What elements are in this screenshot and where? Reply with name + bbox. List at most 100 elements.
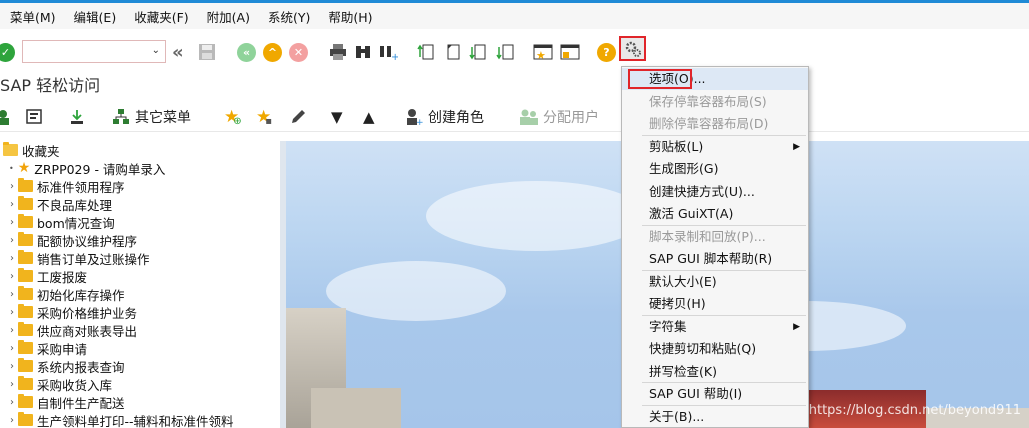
- chevron-right-icon[interactable]: ›: [6, 361, 18, 372]
- tree-folder[interactable]: › 不良品库处理: [0, 195, 280, 213]
- command-field[interactable]: ⌄: [22, 40, 166, 63]
- building-shape: [311, 388, 401, 428]
- folder-open-icon: [3, 142, 18, 156]
- context-menu-item-label: 默认大小(E): [649, 273, 717, 289]
- chevron-right-icon[interactable]: ›: [6, 235, 18, 246]
- menu-item-system[interactable]: 系统(Y): [260, 7, 320, 26]
- tree-folder[interactable]: › bom情况查询: [0, 213, 280, 231]
- context-menu-item[interactable]: 拼写检查(K): [622, 361, 808, 383]
- chevron-right-icon[interactable]: ›: [6, 289, 18, 300]
- context-menu-item[interactable]: 关于(B)...: [622, 406, 808, 428]
- submenu-arrow-icon: ▶: [793, 321, 800, 332]
- context-menu-item[interactable]: 硬拷贝(H): [622, 293, 808, 315]
- help-icon[interactable]: ?: [597, 41, 616, 63]
- create-shortcut-icon[interactable]: [560, 41, 580, 63]
- folder-icon: [18, 376, 33, 390]
- context-menu-item-label: 硬拷贝(H): [649, 296, 706, 311]
- tree-folder-label: 工废报废: [37, 269, 88, 285]
- tree-folder[interactable]: › 配额协议维护程序: [0, 231, 280, 249]
- svg-text:+: +: [391, 52, 398, 61]
- next-page-icon[interactable]: [469, 41, 487, 63]
- move-up-icon[interactable]: ▲: [363, 107, 375, 127]
- menu-item-extras[interactable]: 附加(A): [199, 7, 260, 26]
- tree-folder[interactable]: › 采购收货入库: [0, 375, 280, 393]
- user-menu-icon[interactable]: [0, 107, 12, 127]
- create-session-icon[interactable]: ★: [533, 41, 553, 63]
- customize-layout-button[interactable]: [619, 36, 646, 61]
- enter-icon[interactable]: ✓: [0, 41, 15, 63]
- context-menu-item-label: 脚本录制和回放(P)...: [649, 228, 766, 244]
- chevron-down-icon[interactable]: ⌄: [152, 45, 160, 56]
- tree-folder[interactable]: › 自制件生产配送: [0, 393, 280, 411]
- cloud-shape: [326, 261, 506, 321]
- menu-item-edit[interactable]: 编辑(E): [66, 7, 127, 26]
- chevron-right-icon[interactable]: ›: [6, 199, 18, 210]
- context-menu-item[interactable]: 删除停靠容器布局(D): [622, 113, 808, 135]
- chevron-right-icon[interactable]: ›: [6, 415, 18, 426]
- context-menu-item-label: SAP GUI 帮助(I): [649, 386, 743, 401]
- context-menu-item[interactable]: 创建快捷方式(U)...: [622, 181, 808, 203]
- tree-root-favorites[interactable]: 收藏夹: [0, 141, 280, 159]
- find-icon[interactable]: [354, 41, 372, 63]
- application-toolbar: 其它菜单 ★ ⊕ ★ ▪ ▼ ▲ + 创建角色 分配用户: [0, 102, 1029, 132]
- tree-folder[interactable]: › 系统内报表查询: [0, 357, 280, 375]
- context-menu-item[interactable]: 生成图形(G): [622, 158, 808, 180]
- assign-user-button[interactable]: 分配用户: [519, 107, 599, 127]
- context-menu-item[interactable]: SAP GUI 脚本帮助(R): [622, 248, 808, 270]
- tree-folder[interactable]: › 供应商对账表导出: [0, 321, 280, 339]
- download-icon[interactable]: [68, 107, 86, 127]
- tree-folder[interactable]: › 工废报废: [0, 267, 280, 285]
- chevron-right-icon[interactable]: ›: [6, 379, 18, 390]
- sap-menu-icon[interactable]: [24, 107, 44, 127]
- chevron-right-icon[interactable]: ›: [6, 271, 18, 282]
- create-role-button[interactable]: + 创建角色: [405, 107, 484, 127]
- chevron-right-icon[interactable]: ›: [6, 217, 18, 228]
- cancel-icon[interactable]: ✕: [289, 41, 308, 63]
- menu-item-favorites[interactable]: 收藏夹(F): [126, 7, 198, 26]
- collapse-command-field-icon[interactable]: «: [172, 41, 184, 63]
- tree-folder[interactable]: › 采购申请: [0, 339, 280, 357]
- tree-folder-label: 采购价格维护业务: [37, 305, 138, 321]
- menu-item-menu[interactable]: 菜单(M): [2, 7, 66, 26]
- find-next-icon[interactable]: +: [378, 41, 398, 63]
- context-menu-item[interactable]: 激活 GuiXT(A): [622, 203, 808, 225]
- context-menu-item-label: 保存停靠容器布局(S): [649, 93, 767, 109]
- tree-folder[interactable]: › 销售订单及过账操作: [0, 249, 280, 267]
- chevron-right-icon[interactable]: ›: [6, 325, 18, 336]
- tree-folder-label: 初始化库存操作: [37, 287, 125, 303]
- tree-folder[interactable]: › 初始化库存操作: [0, 285, 280, 303]
- save-icon[interactable]: [198, 41, 216, 63]
- move-down-icon[interactable]: ▼: [331, 107, 343, 127]
- other-menu-button[interactable]: 其它菜单: [112, 107, 191, 127]
- context-menu-item[interactable]: 字符集 ▶: [622, 316, 808, 338]
- menu-item-help[interactable]: 帮助(H): [320, 7, 382, 26]
- tree-folder[interactable]: › 生产领料单打印--辅料和标准件领料: [0, 411, 280, 428]
- edit-icon[interactable]: [289, 107, 307, 127]
- context-menu-item-label: 删除停靠容器布局(D): [649, 116, 769, 131]
- exit-icon[interactable]: ^: [263, 41, 282, 63]
- back-icon[interactable]: «: [237, 41, 256, 63]
- context-menu-item[interactable]: 选项(O)...: [622, 68, 808, 90]
- chevron-right-icon[interactable]: ›: [6, 307, 18, 318]
- first-page-icon[interactable]: [417, 41, 435, 63]
- context-menu-item[interactable]: 脚本录制和回放(P)...: [622, 226, 808, 248]
- chevron-right-icon[interactable]: ›: [6, 397, 18, 408]
- context-menu-item[interactable]: 剪贴板(L) ▶: [622, 136, 808, 158]
- context-menu-item[interactable]: 快捷剪切和粘贴(Q): [622, 338, 808, 360]
- print-icon[interactable]: [329, 41, 347, 63]
- chevron-right-icon[interactable]: ›: [6, 181, 18, 192]
- tree-folder[interactable]: › 采购价格维护业务: [0, 303, 280, 321]
- tree-item-favorite[interactable]: • ★ ZRPP029 - 请购单录入: [0, 159, 280, 177]
- customize-layout-menu: 选项(O)... 保存停靠容器布局(S) 删除停靠容器布局(D) 剪贴板(L) ▶ 生成图…: [621, 66, 809, 428]
- last-page-icon[interactable]: [495, 41, 515, 63]
- add-favorite-icon[interactable]: ★ ⊕: [224, 107, 242, 127]
- context-menu-item[interactable]: 默认大小(E): [622, 271, 808, 293]
- folder-icon: [18, 178, 33, 192]
- chevron-right-icon[interactable]: ›: [6, 343, 18, 354]
- context-menu-item[interactable]: 保存停靠容器布局(S): [622, 91, 808, 113]
- delete-favorite-icon[interactable]: ★ ▪: [256, 107, 272, 127]
- chevron-right-icon[interactable]: ›: [6, 253, 18, 264]
- tree-folder[interactable]: › 标准件领用程序: [0, 177, 280, 195]
- context-menu-item[interactable]: SAP GUI 帮助(I): [622, 383, 808, 405]
- previous-page-icon[interactable]: [444, 41, 462, 63]
